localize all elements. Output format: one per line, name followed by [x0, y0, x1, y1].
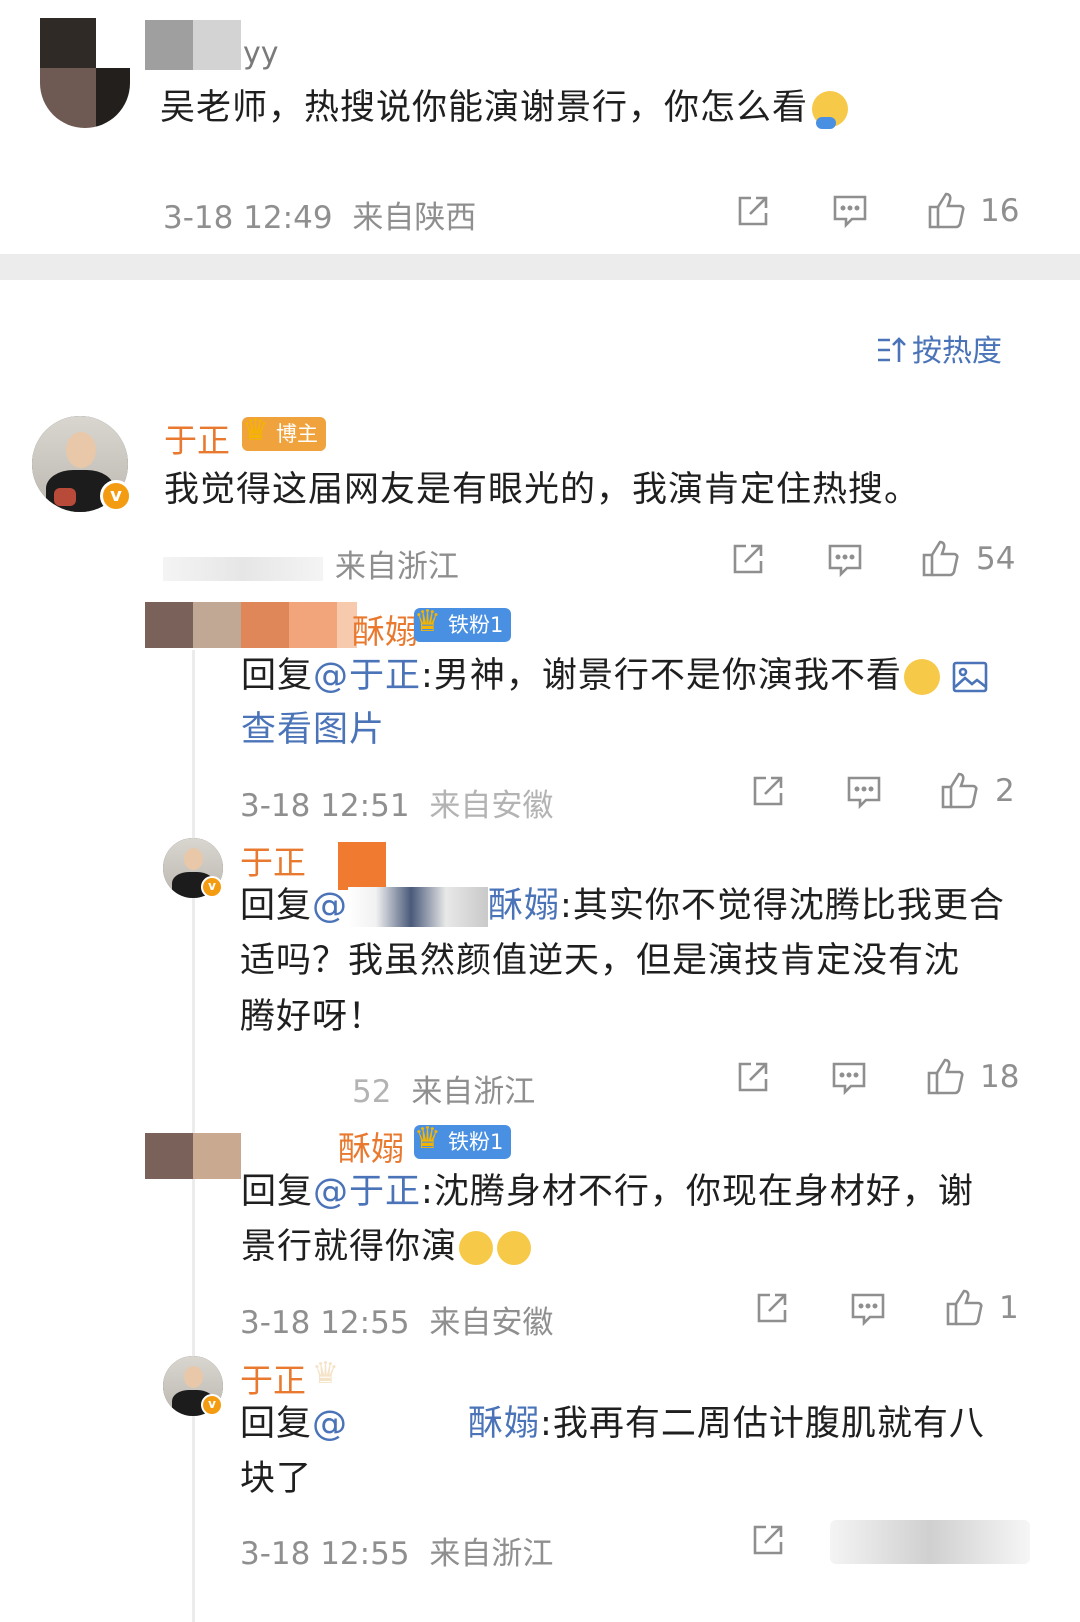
timestamp-blurred	[240, 1081, 352, 1106]
avatar-blurred[interactable]	[145, 602, 193, 648]
sort-icon	[876, 335, 908, 365]
location: 来自浙江	[334, 549, 459, 585]
like-icon[interactable]	[921, 538, 961, 578]
crown-icon: ♛	[414, 1121, 441, 1156]
laughing-emoji-icon	[903, 659, 940, 695]
comment-icon[interactable]	[827, 543, 863, 577]
mention-link[interactable]: @于正	[313, 656, 421, 696]
username[interactable]: 于正	[240, 836, 306, 884]
verified-icon: v	[201, 1394, 223, 1416]
share-icon[interactable]	[735, 1059, 771, 1095]
thinking-emoji-icon	[812, 91, 849, 129]
like-icon[interactable]	[945, 1287, 985, 1327]
username[interactable]: 于正	[164, 414, 230, 462]
reply-meta: 3-18 12:51 来自安徽	[240, 780, 553, 825]
timestamp: 3-18 12:55	[240, 1536, 410, 1572]
mention-link[interactable]: @于正	[313, 1172, 421, 1212]
location: 来自安徽	[429, 1305, 554, 1341]
reply-text: 回复@ 酥嫋:我再有二周估计腹肌就有八	[240, 1404, 985, 1445]
username[interactable]: 酥嫋	[338, 1122, 404, 1170]
username-blur	[193, 1133, 241, 1179]
mention-blur	[348, 887, 489, 927]
timestamp: 3-18 12:51	[240, 788, 410, 824]
crown-icon: ♛	[312, 1356, 339, 1391]
avatar[interactable]	[40, 18, 130, 128]
like-count: 54	[976, 541, 1016, 577]
pleading-emoji-icon	[497, 1231, 532, 1265]
sort-button[interactable]: 按热度	[876, 326, 1002, 370]
username[interactable]: yy	[243, 36, 279, 71]
like-icon[interactable]	[940, 770, 980, 810]
reply-text: 回复@于正:男神，谢景行不是你演我不看	[241, 648, 1021, 705]
username-blur	[289, 602, 337, 648]
comment-meta: 3-18 12:49 来自陕西	[163, 192, 476, 237]
pleading-emoji-icon	[459, 1231, 494, 1265]
share-icon[interactable]	[750, 773, 786, 809]
username-blur	[193, 602, 241, 648]
mention-link[interactable]: @ 酥嫋	[312, 886, 560, 927]
share-icon[interactable]	[754, 1290, 790, 1326]
timestamp: 52	[352, 1074, 392, 1110]
reply-meta: 3-18 12:55 来自浙江	[240, 1528, 553, 1573]
verified-icon: v	[201, 876, 223, 898]
like-count: 16	[980, 193, 1020, 229]
share-icon[interactable]	[735, 193, 771, 229]
username-text: yy	[243, 36, 279, 71]
verified-icon: v	[100, 480, 132, 512]
like-count: 1	[999, 1290, 1019, 1326]
like-icon[interactable]	[926, 1056, 966, 1096]
comment-icon[interactable]	[850, 1292, 886, 1326]
share-icon[interactable]	[750, 1522, 786, 1558]
comment-text: 我觉得这届网友是有眼光的，我演肯定住热搜。	[164, 470, 921, 510]
mention-link[interactable]: @ 酥嫋	[312, 1404, 540, 1445]
reply-text-line: 腾好呀！	[240, 997, 385, 1037]
crown-icon: ♛	[242, 413, 269, 448]
sort-label: 按热度	[912, 334, 1002, 369]
mention-blur	[348, 1405, 469, 1445]
comment-icon[interactable]	[846, 775, 882, 809]
username-blur	[241, 602, 289, 648]
watermark	[830, 1520, 1030, 1564]
username-blur	[145, 20, 193, 70]
location: 来自陕西	[352, 200, 477, 236]
crown-icon: ♛	[414, 604, 441, 639]
like-count: 2	[995, 773, 1015, 809]
username[interactable]: 酥嫋	[352, 605, 418, 653]
comment-icon[interactable]	[832, 194, 868, 228]
location: 来自安徽	[429, 788, 554, 824]
location: 来自浙江	[411, 1074, 536, 1110]
avatar-blurred[interactable]	[145, 1133, 193, 1179]
timestamp: 3-18 12:49	[163, 200, 333, 236]
username-blur	[193, 20, 241, 70]
timestamp-blurred	[163, 556, 323, 581]
image-icon[interactable]	[952, 661, 988, 693]
comment-text: 吴老师，热搜说你能演谢景行，你怎么看	[160, 80, 849, 137]
reply-text-line: 块了	[240, 1459, 313, 1499]
reply-text-line: 景行就得你演	[241, 1219, 532, 1276]
username[interactable]: 于正	[240, 1354, 306, 1402]
fan-badge: ♛ 铁粉1	[414, 1121, 512, 1159]
fan-badge: ♛ 铁粉1	[414, 604, 512, 642]
reply-text-line: 适吗？我虽然颜值逆天，但是演技肯定没有沈	[240, 941, 961, 981]
blogger-badge: ♛ 博主	[242, 413, 326, 451]
comment-icon[interactable]	[831, 1061, 867, 1095]
reply-meta: 3-18 12:55 来自安徽	[240, 1297, 553, 1342]
like-icon[interactable]	[927, 190, 967, 230]
section-divider	[0, 254, 1080, 280]
reply-text: 回复@ 酥嫋:其实你不觉得沈腾比我更合	[240, 886, 1005, 927]
comment-meta: 来自浙江	[163, 541, 459, 586]
location: 来自浙江	[429, 1536, 554, 1572]
view-image-link[interactable]: 查看图片	[241, 702, 385, 759]
like-count: 18	[980, 1059, 1020, 1095]
reply-text: 回复@于正:沈腾身材不行，你现在身材好，谢	[241, 1172, 974, 1212]
timestamp: 3-18 12:55	[240, 1305, 410, 1341]
share-icon[interactable]	[730, 541, 766, 577]
reply-meta: 52 来自浙江	[240, 1066, 535, 1111]
